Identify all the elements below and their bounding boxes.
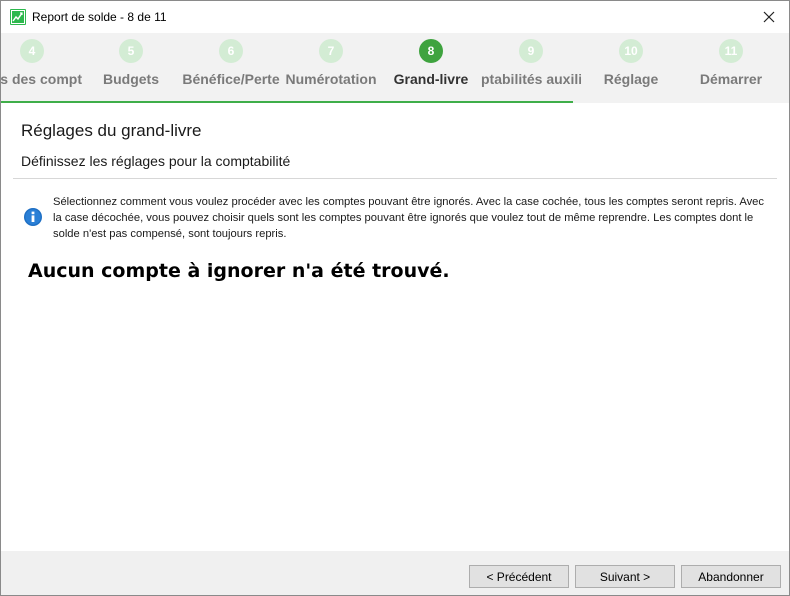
page-title: Réglages du grand-livre — [21, 121, 202, 140]
step-5: 5 Budgets — [81, 33, 181, 103]
next-button[interactable]: Suivant > — [575, 565, 675, 588]
step-6: 6 Bénéfice/Perte — [181, 33, 281, 103]
step-10: 10 Réglage — [581, 33, 681, 103]
step-7: 7 Numérotation — [281, 33, 381, 103]
wizard-window: Report de solde - 8 de 11 4 s des compt … — [0, 0, 790, 596]
divider — [13, 178, 777, 179]
step-number: 8 — [419, 39, 443, 63]
step-number: 11 — [719, 39, 743, 63]
info-message: Sélectionnez comment vous voulez procéde… — [53, 196, 764, 240]
title-bar: Report de solde - 8 de 11 — [1, 1, 789, 33]
chart-icon — [10, 9, 26, 25]
step-number: 10 — [619, 39, 643, 63]
step-11: 11 Démarrer — [681, 33, 781, 103]
step-label: Démarrer — [699, 71, 763, 87]
step-8-active: 8 Grand-livre — [381, 33, 481, 103]
cancel-button[interactable]: Abandonner — [681, 565, 781, 588]
wizard-steps: 4 s des compt 5 Budgets 6 Bénéfice/Perte… — [1, 33, 789, 103]
step-4: 4 s des compt — [1, 33, 82, 103]
info-icon — [23, 207, 43, 227]
step-number: 5 — [119, 39, 143, 63]
step-label: ptabilités auxilia — [481, 71, 581, 87]
step-number: 9 — [519, 39, 543, 63]
empty-state-message: Aucun compte à ignorer n'a été trouvé. — [28, 260, 450, 282]
step-9: 9 ptabilités auxilia — [481, 33, 581, 103]
close-icon — [763, 11, 775, 23]
previous-button[interactable]: < Précédent — [469, 565, 569, 588]
footer-bar: < Précédent Suivant > Abandonner — [1, 551, 789, 595]
step-number: 4 — [20, 39, 44, 63]
close-button[interactable] — [749, 1, 789, 33]
window-title: Report de solde - 8 de 11 — [32, 10, 167, 24]
step-number: 7 — [319, 39, 343, 63]
step-number: 6 — [219, 39, 243, 63]
step-label: s des compt — [1, 71, 82, 87]
step-label: Grand-livre — [393, 71, 469, 87]
page-subtitle: Définissez les réglages pour la comptabi… — [21, 153, 291, 169]
step-progress-bar — [1, 101, 573, 103]
